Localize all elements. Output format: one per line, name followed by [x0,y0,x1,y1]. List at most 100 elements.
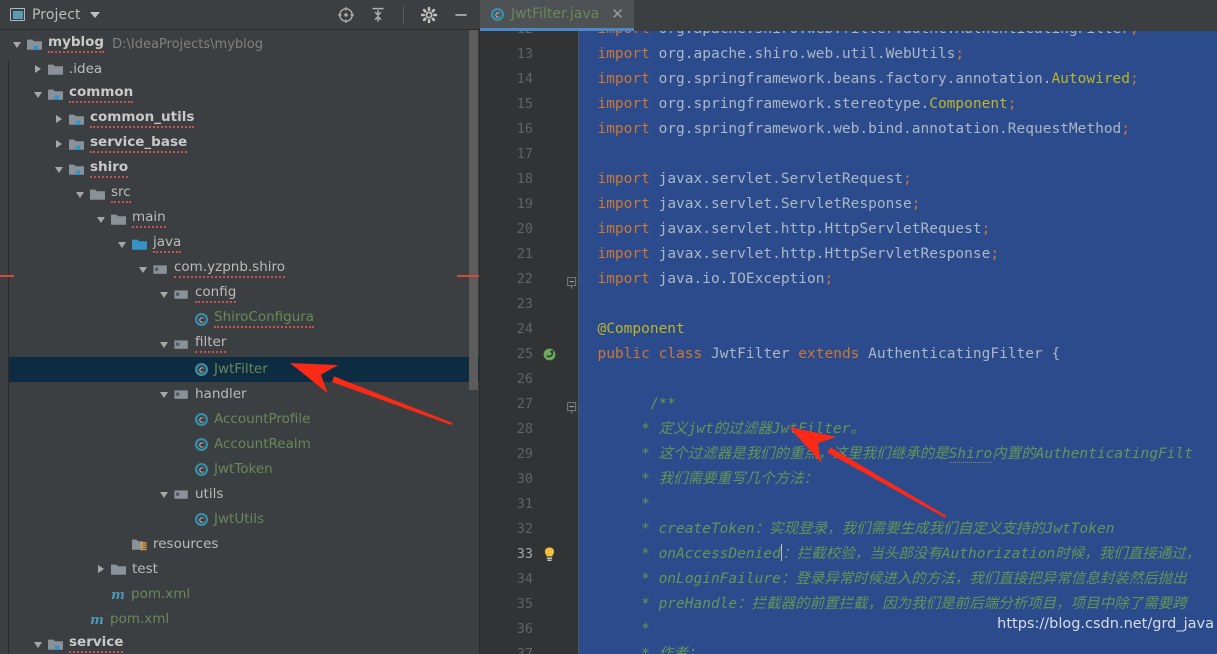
code-line[interactable]: import javax.servlet.ServletResponse; [580,192,920,217]
tree-expand-arrow-open[interactable] [94,207,110,232]
tree-expand-arrow-closed[interactable] [94,557,110,582]
code-line[interactable]: * preHandle：拦截器的前置拦截，因为我们是前后端分析项目，项目中除了需… [580,592,1187,617]
minimize-icon[interactable] [452,6,470,24]
package-icon [174,390,188,399]
code-line[interactable]: import javax.servlet.http.HttpServletRes… [580,242,999,267]
editor-tab-label: JwtFilter.java [511,6,600,22]
project-tree-scrollbar[interactable] [469,30,478,390]
code-line[interactable]: import javax.servlet.ServletRequest; [580,167,911,192]
tree-item[interactable]: C JwtUtils [0,507,479,532]
locate-icon[interactable] [337,6,355,24]
code-line[interactable]: * onAccessDenied ：拦截校验，当头部没有Authorization… [580,542,1200,567]
tree-item[interactable]: config [0,282,479,307]
code-line[interactable]: * 我们需要重写几个方法： [580,467,818,492]
project-tree-scroll[interactable]: myblog D:\IdeaProjects\myblog .idea common c… [0,30,480,654]
code-line[interactable]: * [580,617,650,642]
tree-item[interactable]: shiro [0,157,479,182]
tree-item[interactable]: java [0,232,479,257]
java-class-icon: C [490,7,505,21]
spring-bean-icon[interactable] [542,347,557,366]
tree-item[interactable]: m pom.xml [0,582,479,607]
intention-bulb-icon[interactable] [542,546,557,567]
code-line[interactable]: * [580,492,650,517]
tree-expand-arrow-closed[interactable] [52,132,68,157]
code-line[interactable]: /** [580,392,676,417]
tree-expand-arrow-open[interactable] [157,332,173,357]
tree-expand-arrow-open[interactable] [73,182,89,207]
tree-item[interactable]: service_base [0,132,479,157]
tree-item[interactable]: myblog D:\IdeaProjects\myblog [0,32,479,57]
collapse-all-icon[interactable] [369,6,387,24]
code-line[interactable]: import org.springframework.web.bind.anno… [580,117,1130,142]
line-number: 17 [516,146,533,162]
code-line[interactable]: public class JwtFilter extends Authentic… [580,342,1060,367]
tree-item[interactable]: common [0,82,479,107]
code-fold-marker[interactable] [567,399,577,418]
code-line[interactable]: * createToken：实现登录，我们需要生成我们自定义支持的JwtToke… [580,517,1114,542]
project-view-selector[interactable]: Project [10,7,337,23]
code-line[interactable]: @Component [580,317,684,342]
tree-item[interactable]: C JwtToken [0,457,479,482]
code-line[interactable]: * 作者： [580,642,702,654]
line-number: 22 [516,271,533,287]
tree-item[interactable]: utils [0,482,479,507]
toolbar-separator [403,5,404,24]
editor-tab-jwtfilter[interactable]: C JwtFilter.java ✕ [480,0,634,31]
line-number: 35 [516,596,533,612]
code-line[interactable]: import org.apache.shiro.web.util.WebUtil… [580,42,964,67]
code-line[interactable]: import java.io.IOException; [580,267,833,292]
tree-item[interactable]: .idea [0,57,479,82]
tree-item[interactable]: test [0,557,479,582]
editor-gutter[interactable]: 12 13 14 15 16 17 18 19 20 21 22 23 24 25 26 27 28 29 30 31… [480,31,579,654]
module-folder-icon [69,139,84,150]
tree-expand-arrow-open[interactable] [115,232,131,257]
gear-icon[interactable] [420,6,438,24]
tree-expand-arrow-open[interactable] [10,32,26,57]
code-editor[interactable]: 12 13 14 15 16 17 18 19 20 21 22 23 24 25 26 27 28 29 30 31… [480,31,1217,654]
tree-item[interactable]: src [0,182,479,207]
tree-expand-arrow-open[interactable] [52,157,68,182]
tree-expand-arrow-closed[interactable] [31,57,47,82]
line-number: 26 [516,371,533,387]
close-icon[interactable]: ✕ [609,6,626,22]
tree-expand-arrow-open[interactable] [157,282,173,307]
chevron-down-icon[interactable] [89,11,100,18]
tree-item[interactable]: com.yzpnb.shiro [0,257,479,282]
tree-expand-arrow-closed[interactable] [52,107,68,132]
tree-item[interactable]: filter [0,332,479,357]
tree-item-selected[interactable]: C JwtFilter [0,357,479,382]
tree-item[interactable]: handler [0,382,479,407]
editor-code-area[interactable]: import org.apache.shiro.web.filter.authc… [580,31,1217,654]
code-line[interactable]: * onLoginFailure：登录异常时候进入的方法，我们直接把异常信息封装… [580,567,1187,592]
code-line[interactable]: import org.springframework.beans.factory… [580,67,1138,92]
project-tree[interactable]: myblog D:\IdeaProjects\myblog .idea common c… [0,30,479,654]
tree-item[interactable]: common_utils [0,107,479,132]
tree-expand-arrow-open[interactable] [31,632,47,654]
code-line[interactable]: * 这个过滤器是我们的重点，这里我们继承的是Shiro内置的Authentica… [580,442,1193,467]
line-number: 14 [516,71,533,87]
tree-item[interactable]: C ShiroConfigura [0,307,479,332]
tree-item[interactable]: m pom.xml [0,607,479,632]
tree-expand-arrow-open[interactable] [157,382,173,407]
code-line[interactable]: * 定义jwt的过滤器JwtFilter。 [580,417,865,442]
tree-item[interactable]: C AccountProfile [0,407,479,432]
tree-expand-arrow-open[interactable] [136,257,152,282]
code-line[interactable]: import org.apache.shiro.web.filter.authc… [580,31,1138,42]
tree-item-label: AccountRealm [214,435,311,452]
tree-item[interactable]: resources [0,532,479,557]
tree-expand-arrow-open[interactable] [157,482,173,507]
tree-expand-arrow-open[interactable] [31,82,47,107]
line-number: 16 [516,121,533,137]
tree-item[interactable]: C AccountRealm [0,432,479,457]
svg-text:C: C [199,441,204,450]
code-line[interactable]: import org.springframework.stereotype.Co… [580,92,1016,117]
java-class-icon: C [194,312,209,327]
folder-icon [111,564,126,575]
tree-item[interactable]: main [0,207,479,232]
code-fold-marker[interactable] [567,274,577,293]
tree-item[interactable]: service [0,632,479,654]
code-line[interactable]: import javax.servlet.http.HttpServletReq… [580,217,990,242]
